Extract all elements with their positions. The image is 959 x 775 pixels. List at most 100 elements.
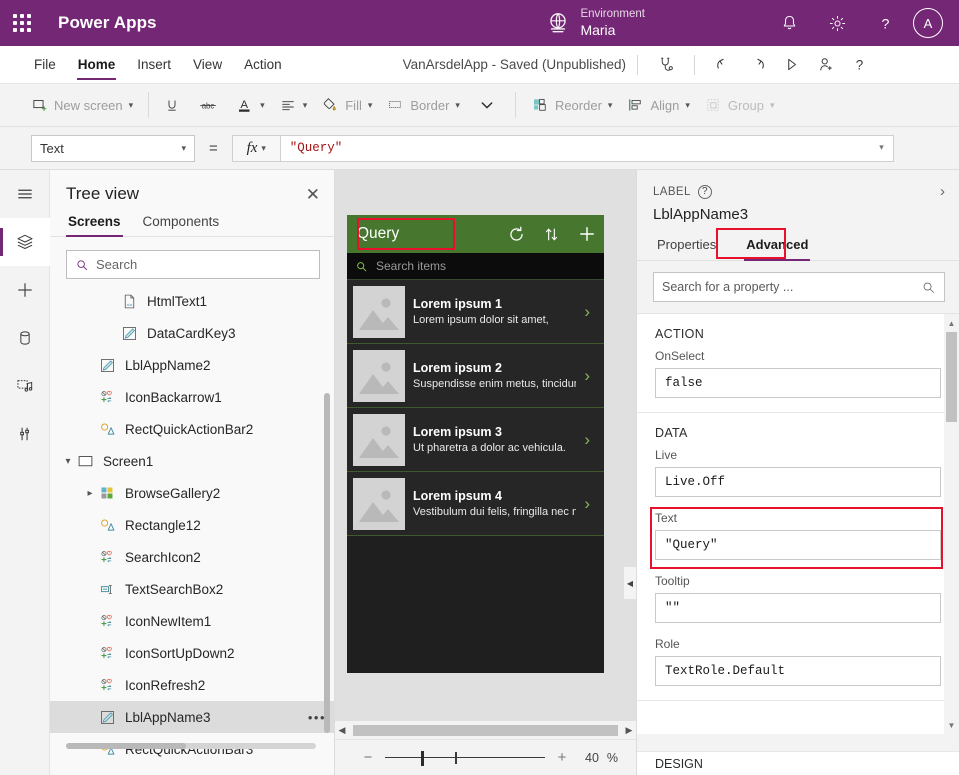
sidebar-item-advanced-tools[interactable] xyxy=(0,410,50,458)
tree-item-rectquickactionbar3[interactable]: RectQuickActionBar3 xyxy=(50,733,334,765)
zoom-slider[interactable] xyxy=(385,751,545,765)
tab-components[interactable]: Components xyxy=(141,210,222,236)
tree-item-lblappname3[interactable]: LblAppName3••• xyxy=(50,701,334,733)
gallery-item[interactable]: Lorem ipsum 3Ut pharetra a dolor ac vehi… xyxy=(347,408,604,472)
avatar[interactable]: A xyxy=(913,8,943,38)
scroll-up-icon[interactable]: ▲ xyxy=(946,316,957,330)
tree-search-input[interactable]: Search xyxy=(66,250,320,279)
tree-item-datacardkey3[interactable]: DataCardKey3 xyxy=(50,317,334,349)
underline-button[interactable] xyxy=(157,90,187,120)
new-screen-button[interactable]: New screen ▾ xyxy=(24,90,140,120)
properties-scrollbar-thumb[interactable] xyxy=(946,332,957,422)
ribbon-more-button[interactable] xyxy=(467,90,507,120)
tree-item-iconrefresh2[interactable]: IconRefresh2 xyxy=(50,669,334,701)
property-value-input[interactable]: TextRole.Default xyxy=(655,656,941,686)
environment-switcher[interactable]: Environment Maria xyxy=(545,8,645,37)
tree-vertical-scrollbar[interactable] xyxy=(324,393,330,733)
tree-item-screen1[interactable]: ▾Screen1 xyxy=(50,445,334,477)
zoom-out-button[interactable]: − xyxy=(355,749,381,766)
tab-properties[interactable]: Properties xyxy=(653,233,720,260)
align-text-button[interactable]: ▾ xyxy=(272,90,315,120)
fx-button[interactable]: fx ▾ xyxy=(232,135,280,162)
notifications-bell-icon[interactable] xyxy=(765,0,813,46)
add-item-button[interactable] xyxy=(569,215,604,253)
tree-item-iconbackarrow1[interactable]: IconBackarrow1 xyxy=(50,381,334,413)
tree-item-rectquickactionbar2[interactable]: RectQuickActionBar2 xyxy=(50,413,334,445)
tree-item-textsearchbox2[interactable]: TextSearchBox2 xyxy=(50,573,334,605)
gallery-item[interactable]: Lorem ipsum 2Suspendisse enim metus, tin… xyxy=(347,344,604,408)
sidebar-item-data[interactable] xyxy=(0,314,50,362)
tree-horizontal-scrollbar[interactable] xyxy=(66,743,316,749)
ribbon-toolbar: New screen ▾ abc A xyxy=(0,84,959,127)
group-button[interactable]: Group ▾ xyxy=(697,90,782,120)
chevron-right-icon[interactable]: › xyxy=(576,430,598,450)
tree-item-iconnewitem1[interactable]: IconNewItem1 xyxy=(50,605,334,637)
menu-action[interactable]: Action xyxy=(233,46,293,84)
reorder-button[interactable]: Reorder ▾ xyxy=(524,90,620,120)
fill-button[interactable]: Fill ▾ xyxy=(314,90,379,120)
menu-help-button[interactable]: ? xyxy=(842,46,876,84)
menu-file[interactable]: File xyxy=(23,46,67,84)
help-question-icon[interactable]: ? xyxy=(861,0,909,46)
settings-gear-icon[interactable] xyxy=(813,0,861,46)
sort-button[interactable] xyxy=(534,215,569,253)
chevron-icon[interactable]: ▾ xyxy=(60,456,76,467)
sidebar-item-tree-view[interactable] xyxy=(0,218,50,266)
property-search-input[interactable]: Search for a property ... xyxy=(653,272,945,302)
tree-item-htmltext1[interactable]: <>HtmlText1 xyxy=(50,285,334,317)
strikethrough-button[interactable]: abc xyxy=(187,90,229,120)
sidebar-item-insert[interactable] xyxy=(0,266,50,314)
sidebar-item-menu[interactable] xyxy=(0,170,50,218)
zoom-slider-handle[interactable] xyxy=(421,751,424,766)
undo-button[interactable] xyxy=(706,46,740,84)
redo-button[interactable] xyxy=(740,46,774,84)
formula-input[interactable]: "Query" ▾ xyxy=(280,135,894,162)
border-button[interactable]: Border ▾ xyxy=(379,90,467,120)
scroll-down-icon[interactable]: ▼ xyxy=(946,718,957,732)
menu-home[interactable]: Home xyxy=(67,46,127,84)
preview-button[interactable] xyxy=(774,46,808,84)
sidebar-item-media[interactable] xyxy=(0,362,50,410)
gallery-item[interactable]: Lorem ipsum 4Vestibulum dui felis, fring… xyxy=(347,472,604,536)
gallery-item[interactable]: Lorem ipsum 1Lorem ipsum dolor sit amet,… xyxy=(347,280,604,344)
collapse-properties-panel-button[interactable]: ◀ xyxy=(623,566,636,600)
help-icon[interactable]: ? xyxy=(698,185,712,199)
menu-view[interactable]: View xyxy=(182,46,233,84)
property-value-input[interactable]: "" xyxy=(655,593,941,623)
tree-item-iconsortupdown2[interactable]: IconSortUpDown2 xyxy=(50,637,334,669)
chevron-right-icon[interactable]: › xyxy=(940,183,945,200)
icon-control-icon xyxy=(98,676,116,694)
align-button[interactable]: Align ▾ xyxy=(619,90,696,120)
property-value-input[interactable]: Live.Off xyxy=(655,467,941,497)
app-checker-icon[interactable] xyxy=(649,46,683,84)
chevron-down-icon[interactable]: ▾ xyxy=(879,143,884,153)
chevron-right-icon[interactable]: › xyxy=(576,494,598,514)
close-icon[interactable]: ✕ xyxy=(306,186,320,203)
canvas-horizontal-scrollbar[interactable]: ◀ ▶ xyxy=(335,720,636,739)
zoom-in-button[interactable]: + xyxy=(549,749,575,766)
tree-item-browsegallery2[interactable]: ▸BrowseGallery2 xyxy=(50,477,334,509)
tree-item-searchicon2[interactable]: SearchIcon2 xyxy=(50,541,334,573)
menu-insert[interactable]: Insert xyxy=(126,46,182,84)
top-bar: Power Apps Environment Maria xyxy=(0,0,959,46)
property-selector[interactable]: Text ▾ xyxy=(31,135,195,162)
font-color-button[interactable]: A ▾ xyxy=(229,90,272,120)
chevron-right-icon[interactable]: › xyxy=(576,302,598,322)
chevron-right-icon[interactable]: › xyxy=(576,366,598,386)
tab-screens[interactable]: Screens xyxy=(66,210,123,236)
scroll-left-icon[interactable]: ◀ xyxy=(335,725,349,736)
canvas-hscroll-track[interactable] xyxy=(349,725,622,736)
chevron-icon[interactable]: ▸ xyxy=(82,488,98,499)
menu-divider-2 xyxy=(694,55,695,75)
canvas-hscroll-thumb[interactable] xyxy=(353,725,618,736)
refresh-button[interactable] xyxy=(499,215,534,253)
share-button[interactable] xyxy=(808,46,842,84)
property-value-input[interactable]: false xyxy=(655,368,941,398)
scroll-right-icon[interactable]: ▶ xyxy=(622,725,636,736)
app-launcher-icon[interactable] xyxy=(0,14,44,32)
tree-item-lblappname2[interactable]: LblAppName2 xyxy=(50,349,334,381)
properties-scrollbar[interactable]: ▲ ▼ xyxy=(944,314,959,734)
tree-item-rectangle12[interactable]: Rectangle12 xyxy=(50,509,334,541)
app-search-box[interactable]: Search items xyxy=(347,253,604,280)
align-left-icon xyxy=(279,97,297,113)
